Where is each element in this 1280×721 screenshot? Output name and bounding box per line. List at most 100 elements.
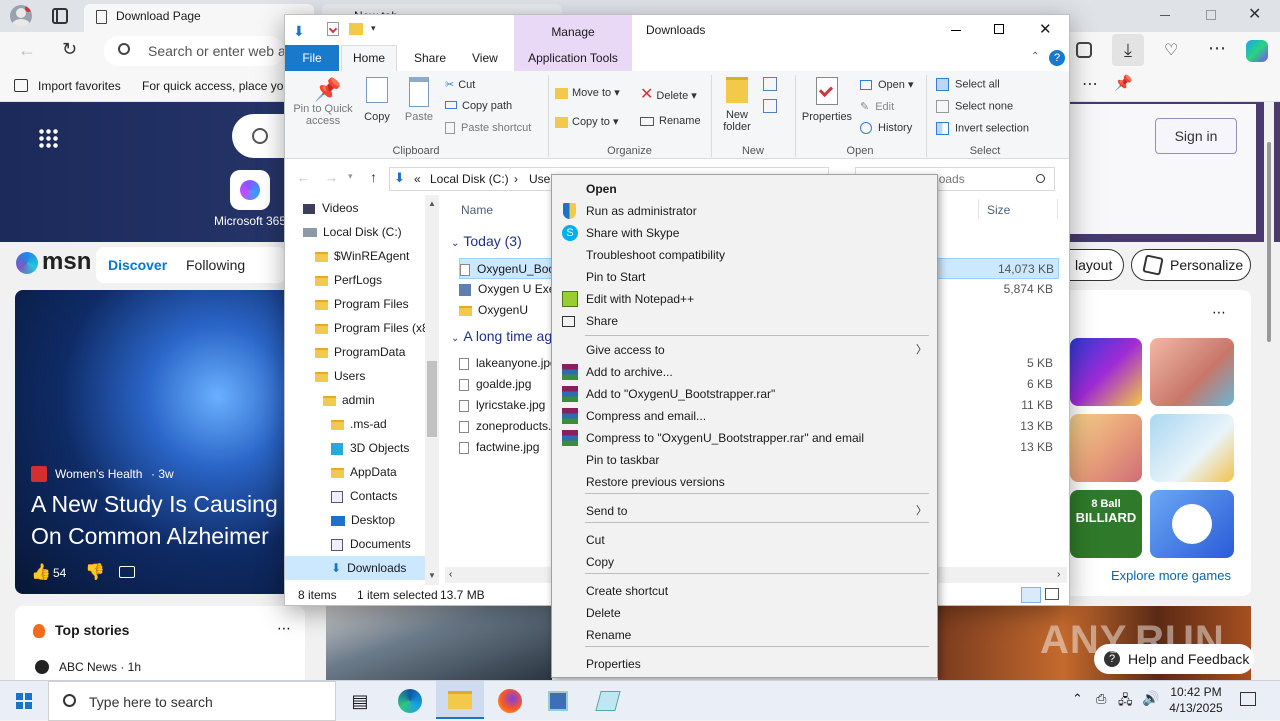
menu-item[interactable]: Compress to "OxygenU_Bootstrapper.rar" a… [552,427,937,449]
menu-item[interactable]: Add to "OxygenU_Bootstrapper.rar" [552,383,937,405]
menu-item[interactable]: Pin to Start [552,266,937,288]
tab-home[interactable]: Home [341,45,397,72]
tab-share[interactable]: Share [414,51,446,65]
game-tile-billiard[interactable]: 8 Ball BILLIARD [1070,490,1142,558]
comment-icon[interactable] [119,566,135,578]
quick-access-down-icon[interactable]: ⬇ [293,23,305,40]
tree-item[interactable]: Program Files (x86) [285,316,439,340]
m365-icon[interactable] [230,170,270,210]
ribbon-collapse-icon[interactable]: ⌃ [1031,51,1039,62]
large-icons-view-icon[interactable] [1045,588,1059,600]
edge-taskbar-icon[interactable] [394,685,426,717]
tree-item[interactable]: PerfLogs [285,268,425,292]
group-long-ago[interactable]: ⌄ A long time ago [451,328,560,344]
new-folder-button[interactable]: New folder [717,77,757,133]
tree-item[interactable]: Local Disk (C:) [285,220,425,244]
tree-item[interactable]: ProgramData [285,340,425,364]
manage-tab-bg[interactable]: Manage [514,15,632,45]
apps-grid-icon[interactable] [38,128,58,148]
breadcrumb-overflow[interactable]: « [414,172,421,186]
column-name[interactable]: Name [461,203,493,217]
profile-avatar[interactable] [10,5,32,27]
tree-scrollbar[interactable]: ▲ ▼ [425,195,439,585]
menu-item[interactable]: Pin to taskbar [552,449,937,471]
easy-access-icon[interactable] [763,99,777,113]
more-icon[interactable]: ⋯ [277,620,291,637]
layout-button[interactable]: layout [1068,249,1124,281]
restore-icon[interactable] [1206,10,1216,20]
nav-following[interactable]: Following [186,257,245,273]
m365-label[interactable]: Microsoft 365 [214,214,286,228]
tree-item[interactable]: Documents [285,532,425,556]
personalize-button[interactable]: Personalize [1131,249,1251,281]
menu-item[interactable]: Add to archive... [552,361,937,383]
copy-to-button[interactable]: Copy to ▾ [555,115,619,128]
import-favorites-link[interactable]: Import favorites [38,79,121,93]
forward-icon[interactable]: → [325,170,338,185]
menu-item[interactable]: Troubleshoot compatibility [552,244,937,266]
tree-item[interactable]: Desktop [285,508,425,532]
notepad-taskbar-icon[interactable] [592,685,624,717]
tab-view[interactable]: View [472,51,498,65]
tab-file[interactable]: File [285,45,339,71]
games-more-icon[interactable]: ⋯ [1212,304,1226,321]
tab-application-tools[interactable]: Application Tools [514,45,632,71]
tree-item[interactable]: AppData [285,460,425,484]
tray-app-icon[interactable]: ⎙ [1096,691,1106,707]
move-to-button[interactable]: Move to ▾ [555,86,620,99]
notifications-icon[interactable] [1240,692,1256,706]
tree-item[interactable]: .ms-ad [285,412,425,436]
page-scrollbar[interactable] [1264,102,1274,672]
new-folder-qa-icon[interactable] [349,23,363,35]
game-tile-fashion[interactable] [1070,414,1142,482]
tree-item[interactable]: Users [285,364,425,388]
rename-button[interactable]: Rename [640,115,701,127]
menu-item[interactable]: Create shortcut [552,580,937,602]
menu-item[interactable]: Properties [552,653,937,675]
menu-item[interactable]: Compress and email... [552,405,937,427]
menu-item[interactable]: Restore previous versions [552,471,937,493]
menu-item[interactable]: Run as administrator [552,200,937,222]
group-today[interactable]: ⌄ Today (3) [451,233,522,249]
tree-item[interactable]: 3D Objects [285,436,425,460]
tray-chevron-icon[interactable]: ⌃ [1072,691,1083,707]
app-taskbar-icon[interactable] [542,685,574,717]
tree-item[interactable]: admin [285,388,425,412]
menu-item[interactable]: Open [552,178,937,200]
select-none-button[interactable]: Select none [936,100,1013,113]
game-tile-gems[interactable] [1070,338,1142,406]
refresh-icon[interactable]: ↻ [62,39,77,60]
column-size[interactable]: Size [987,203,1010,217]
copy-button[interactable]: Copy [359,77,395,123]
close-icon[interactable]: ✕ [1248,4,1261,24]
recent-dropdown-icon[interactable]: ▾ [348,171,353,182]
history-button[interactable]: History [860,122,912,135]
minimize-icon[interactable] [1160,15,1170,16]
news-image-office[interactable] [326,606,552,680]
menu-item[interactable]: Share [552,310,937,332]
like-icon[interactable]: 👍 [31,562,51,582]
task-view-icon[interactable]: ▤ [344,685,376,717]
dislike-icon[interactable]: 👎 [85,562,105,582]
menu-item[interactable]: Edit with Notepad++ [552,288,937,310]
more-icon[interactable]: ⋯ [1208,38,1226,59]
invert-selection-button[interactable]: Invert selection [936,122,1029,135]
back-icon[interactable]: ← [297,170,310,185]
paste-shortcut-button[interactable]: Paste shortcut [445,122,531,135]
tab-download-page[interactable]: Download Page [84,4,314,32]
menu-item[interactable]: Delete [552,602,937,624]
split-screen-icon[interactable] [1076,42,1092,58]
game-tile-hospital[interactable] [1150,338,1234,406]
browser-essentials-icon[interactable]: ♡ [1164,40,1178,60]
tree-item[interactable]: ⬇ Downloads [285,556,425,580]
help-icon[interactable]: ? [1049,50,1065,66]
menu-item[interactable]: Copy [552,551,937,573]
start-icon[interactable] [16,693,32,709]
tree-item[interactable]: Contacts [285,484,425,508]
tab-actions-icon[interactable] [52,8,68,24]
game-tile-stickman[interactable] [1150,414,1234,482]
nav-discover[interactable]: Discover [108,257,167,273]
downloads-icon[interactable]: ⤓ [1112,34,1144,66]
breadcrumb-disk[interactable]: Local Disk (C:) [430,172,509,186]
volume-icon[interactable]: 🔊 [1142,690,1159,707]
